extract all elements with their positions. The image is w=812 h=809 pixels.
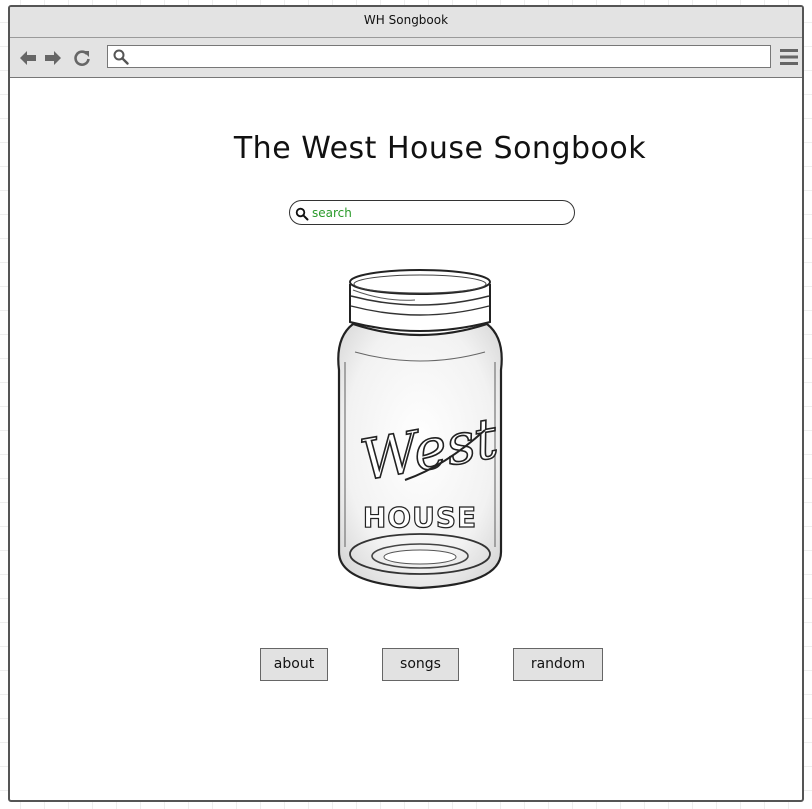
window-title: WH Songbook bbox=[363, 13, 449, 27]
browser-window: WH Songbook The West House Songbook sear… bbox=[8, 5, 804, 802]
forward-arrow-icon[interactable] bbox=[43, 48, 63, 68]
page-title: The West House Songbook bbox=[233, 131, 647, 166]
browser-toolbar bbox=[10, 38, 802, 78]
back-arrow-icon[interactable] bbox=[18, 48, 38, 68]
mason-jar-logo: West HOUSE bbox=[325, 262, 515, 592]
random-button[interactable]: random bbox=[513, 648, 603, 681]
address-input[interactable] bbox=[134, 47, 768, 68]
reload-icon[interactable] bbox=[72, 48, 92, 68]
logo-block-text: HOUSE bbox=[363, 501, 477, 534]
search-input[interactable] bbox=[310, 203, 564, 223]
address-bar[interactable] bbox=[107, 45, 771, 68]
song-search-box[interactable] bbox=[289, 200, 575, 225]
window-titlebar: WH Songbook bbox=[10, 7, 802, 38]
hamburger-menu-icon[interactable] bbox=[780, 48, 798, 66]
about-button[interactable]: about bbox=[260, 648, 328, 681]
songs-button[interactable]: songs bbox=[382, 648, 459, 681]
search-icon bbox=[112, 48, 130, 66]
search-icon bbox=[295, 206, 309, 221]
